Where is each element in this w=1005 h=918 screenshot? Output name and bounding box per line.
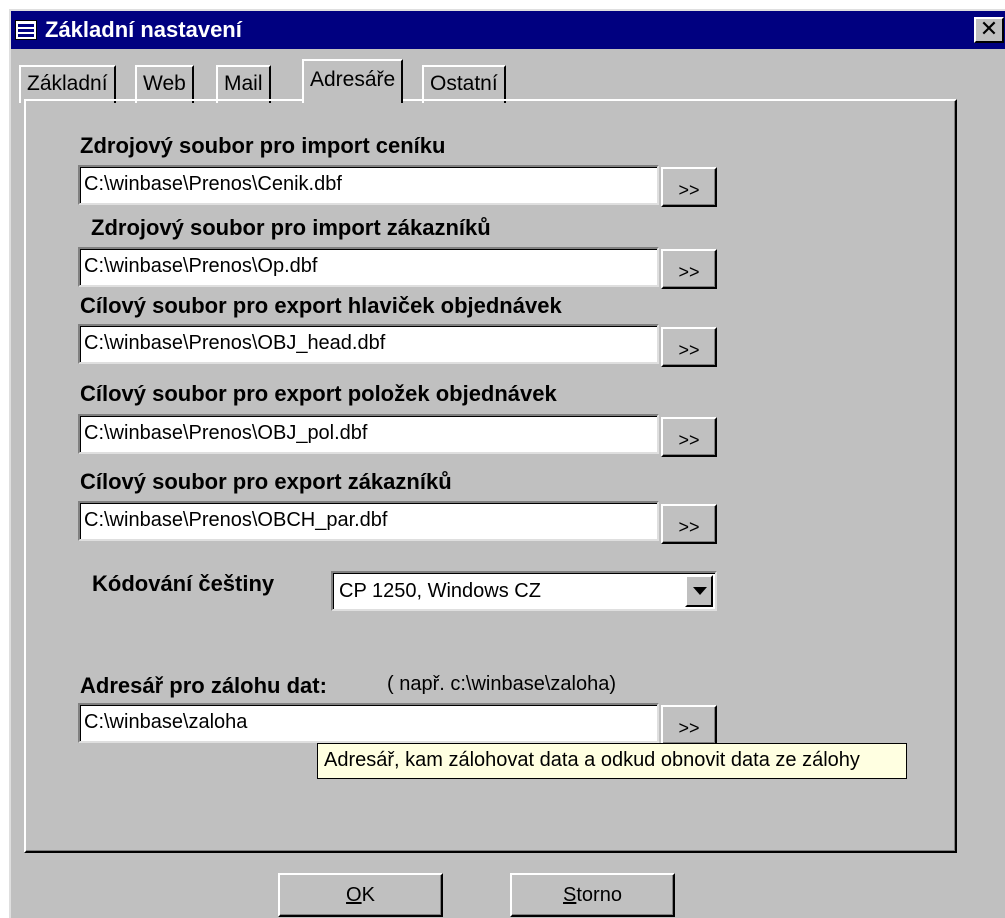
settings-dialog: Základní nastavení ✕ Základní Web Mail A… — [9, 9, 1005, 918]
tab-zakladni[interactable]: Základní — [19, 65, 116, 103]
backup-dir-tooltip: Adresář, kam zálohovat data a odkud obno… — [317, 743, 907, 779]
tab-ostatni[interactable]: Ostatní — [422, 65, 506, 103]
close-button[interactable]: ✕ — [974, 17, 1004, 43]
tab-label: Mail — [224, 72, 263, 95]
tab-mail[interactable]: Mail — [216, 65, 271, 103]
cancel-button[interactable]: Storno — [510, 873, 675, 917]
ok-accel: O — [346, 884, 362, 906]
ok-label: K — [361, 884, 375, 906]
app-icon — [15, 20, 37, 40]
close-icon: ✕ — [979, 16, 999, 41]
tab-label: Web — [143, 72, 186, 95]
tab-adresare[interactable]: Adresáře — [302, 59, 404, 103]
tab-panel — [24, 99, 957, 853]
title-bar[interactable]: Základní nastavení ✕ — [11, 11, 1005, 49]
tab-label: Ostatní — [430, 72, 498, 95]
tab-web[interactable]: Web — [135, 65, 194, 103]
tab-label: Základní — [27, 72, 108, 95]
cancel-accel: S — [563, 884, 577, 906]
ok-button[interactable]: OK — [278, 873, 443, 917]
window-title: Základní nastavení — [45, 17, 242, 42]
tab-label: Adresáře — [310, 68, 396, 91]
cancel-label: torno — [576, 884, 622, 906]
